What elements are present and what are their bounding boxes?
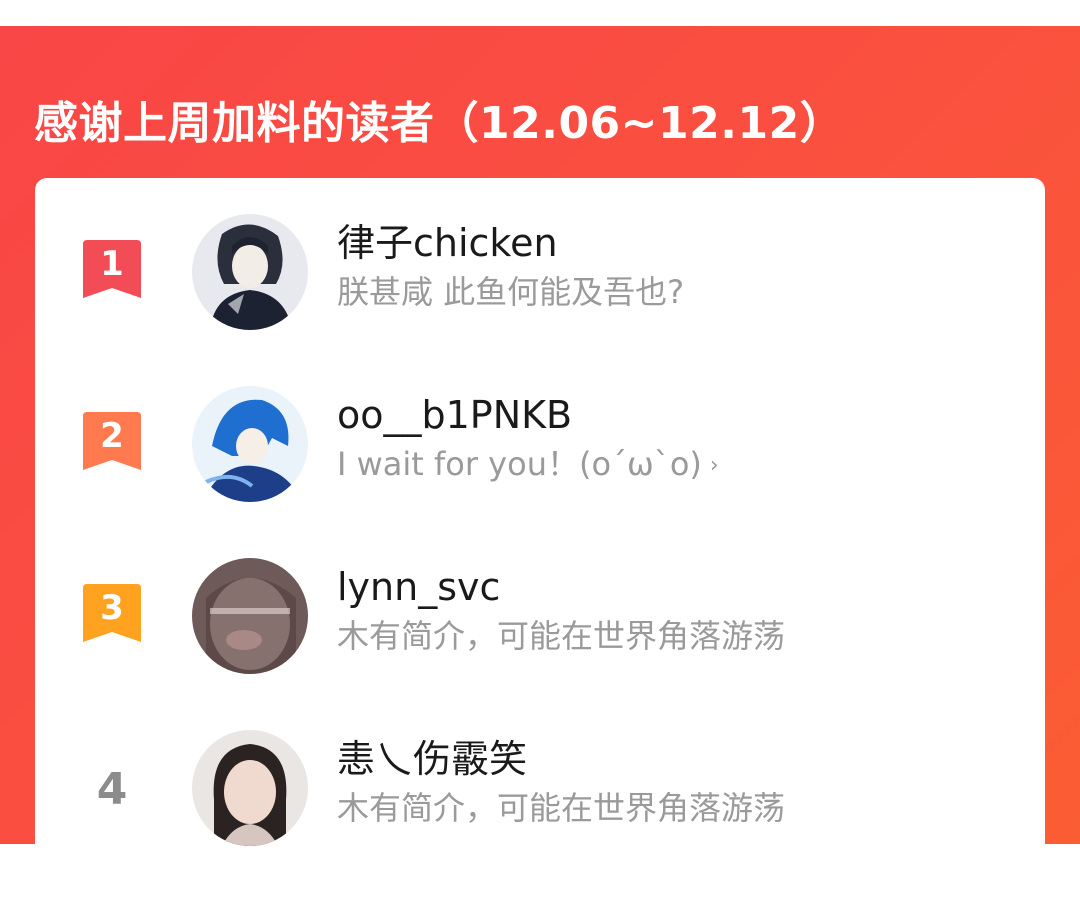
reader-row[interactable]: 4 恚乀伤霰笑 木有简介，可能在世界角落游荡: [35, 694, 1045, 866]
rank-ribbon-icon: 1: [83, 240, 141, 300]
reader-bio-text: I wait for you！(o´ω`o): [337, 445, 702, 483]
banner-title: 感谢上周加料的读者（12.06~12.12）: [34, 98, 845, 149]
rank-number: 3: [100, 588, 124, 628]
avatar[interactable]: [192, 730, 308, 846]
chevron-right-icon[interactable]: ›: [710, 453, 719, 478]
reader-row[interactable]: 3 lynn_svc 木有简介，可能在世界角落游荡: [35, 522, 1045, 694]
reader-name: oo__b1PNKB: [337, 393, 573, 437]
reader-bio: 木有简介，可能在世界角落游荡: [337, 789, 786, 827]
reader-name: lynn_svc: [337, 565, 501, 609]
rank-number: 1: [100, 244, 124, 284]
reader-row[interactable]: 2 oo__b1PNKB I wait for you！(o´ω`o) ›: [35, 350, 1045, 522]
reader-bio: 朕甚咸 此鱼何能及吾也?: [337, 273, 685, 311]
reader-bio: 木有简介，可能在世界角落游荡: [337, 617, 786, 655]
reader-name: 律子chicken: [337, 221, 558, 265]
reader-row[interactable]: 1 律子chicken 朕甚咸 此鱼何能及吾也?: [35, 178, 1045, 350]
rank-number: 4: [96, 764, 128, 815]
reader-name: 恚乀伤霰笑: [337, 737, 528, 781]
rank-number: 2: [100, 416, 124, 456]
avatar[interactable]: [192, 558, 308, 674]
rank-ribbon-icon: 3: [83, 584, 141, 644]
status-area: [0, 0, 1080, 26]
avatar[interactable]: [192, 214, 308, 330]
reader-bio: I wait for you！(o´ω`o) ›: [337, 444, 719, 486]
avatar[interactable]: [192, 386, 308, 502]
thanks-banner: 感谢上周加料的读者（12.06~12.12） 1 律子chicken 朕甚咸 此…: [0, 26, 1080, 898]
rank-ribbon-icon: 2: [83, 412, 141, 472]
reader-list-card: 1 律子chicken 朕甚咸 此鱼何能及吾也? 2 oo__b1PNKB I …: [35, 178, 1045, 898]
